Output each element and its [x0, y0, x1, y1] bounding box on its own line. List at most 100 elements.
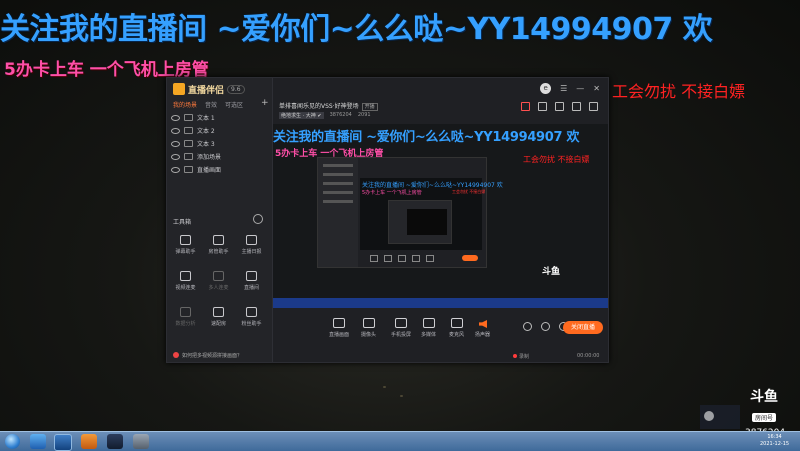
- stream-preview[interactable]: 关注我的直播间 ~爱你们~么么哒~YY14994907 欢 5办卡上车 一个飞机…: [273, 124, 608, 308]
- control-speaker[interactable]: 扬声器: [475, 318, 490, 338]
- tool-label: 数据分析: [175, 321, 196, 327]
- eye-icon[interactable]: [171, 166, 180, 173]
- scene-item[interactable]: 文本 2: [171, 124, 267, 137]
- tool-daily-report[interactable]: 主播日报: [235, 235, 268, 265]
- scene-item[interactable]: 添加场景: [171, 150, 267, 163]
- tool-data-analysis[interactable]: 数据分析: [169, 307, 202, 337]
- douyu-watermark: 斗鱼 房间号: [744, 389, 784, 425]
- version-badge[interactable]: 9.6: [227, 84, 245, 94]
- preview-watermark-text: 斗鱼: [541, 267, 560, 277]
- eye-icon[interactable]: [171, 114, 180, 121]
- monitor-icon: [333, 318, 345, 328]
- minimize-icon[interactable]: —: [576, 84, 584, 93]
- avatar[interactable]: e: [540, 82, 552, 94]
- category-badge[interactable]: 绝地求生 · 大神 ✔: [279, 112, 324, 119]
- viewer-count: 2091: [357, 112, 371, 118]
- app-taskbar-icon[interactable]: [54, 434, 72, 451]
- stream-info-bar: 单排喜闻乐见的VSS·好神登场 开播 绝地求生 · 大神 ✔ 3876204 20…: [273, 98, 608, 124]
- stream-title[interactable]: 单排喜闻乐见的VSS·好神登场: [279, 103, 359, 110]
- preview-watermark: 斗鱼: [535, 267, 567, 289]
- tool-room-admin[interactable]: 房管助手: [202, 235, 235, 265]
- eye-icon[interactable]: [171, 127, 180, 134]
- scene-label: 文本 2: [197, 128, 215, 135]
- tool-label: 粉丝助手: [241, 321, 262, 327]
- text-source-icon: [184, 127, 193, 134]
- tool-fans[interactable]: 粉丝助手: [235, 307, 268, 337]
- scene-item[interactable]: 文本 1: [171, 111, 267, 124]
- menu-icon[interactable]: ☰: [560, 84, 567, 93]
- game-taskbar-icon[interactable]: [133, 434, 149, 449]
- scene-item[interactable]: 文本 3: [171, 137, 267, 150]
- nested-overlay-notice: 工会勿扰 不接白嫖: [452, 189, 486, 194]
- bell-icon[interactable]: [572, 102, 581, 111]
- tool-label: 房管助手: [208, 249, 229, 255]
- logo-text: 直播伴侣: [188, 85, 225, 96]
- tool-quick-match[interactable]: 速配房: [202, 307, 235, 337]
- background-speck: [400, 395, 403, 397]
- left-panel: 直播伴侣 9.6 我的场景 音效 可选区 + 文本 1 文本 2 文本 3 添加…: [167, 78, 273, 362]
- tab-audio[interactable]: 音效: [205, 100, 217, 109]
- nested-preview: 关注我的直播间 ~爱你们~么么哒~YY14994907 欢 5办卡上车 一个飞机…: [360, 178, 503, 250]
- livestream-app-icon[interactable]: [81, 434, 97, 449]
- tab-my-scenes[interactable]: 我的场景: [173, 100, 197, 109]
- tool-multi-link[interactable]: 多人连麦: [202, 271, 235, 301]
- gift-icon[interactable]: [555, 102, 564, 111]
- user-icon: [213, 235, 224, 245]
- tool-label: 直播间: [243, 285, 259, 291]
- share-icon[interactable]: [589, 102, 598, 111]
- control-label: 手机投屏: [391, 332, 412, 338]
- preview-taskbar: [273, 298, 608, 308]
- scene-label: 添加场景: [197, 154, 222, 161]
- preview-overlay-notice: 工会勿扰 不接白嫖: [523, 155, 590, 164]
- settings-icon[interactable]: [541, 322, 550, 331]
- record-toggle-icon[interactable]: [523, 322, 532, 331]
- title-bar: e ☰ — ✕: [273, 78, 608, 98]
- control-screen-capture[interactable]: 直播画面: [329, 318, 349, 338]
- report-icon: [246, 235, 257, 245]
- tool-label: 多人连麦: [208, 285, 229, 291]
- warning-icon: [173, 352, 179, 358]
- nested-overlay-subtitle: 5办卡上车 一个飞机上房管: [362, 190, 422, 196]
- clock-time: 16:34: [767, 434, 782, 440]
- start-stop-button[interactable]: 关闭直播: [563, 321, 603, 334]
- start-button[interactable]: [5, 434, 20, 449]
- scene-label: 直播画面: [197, 167, 222, 174]
- chat-icon: [180, 235, 191, 245]
- download-icon: [213, 271, 224, 281]
- tool-live-room[interactable]: 直播间: [235, 271, 268, 301]
- room-label: 房间号: [751, 413, 776, 422]
- scene-item[interactable]: 直播画面: [171, 163, 267, 176]
- video-icon: [180, 271, 191, 281]
- tool-label: 弹幕助手: [175, 249, 196, 255]
- help-hint-text: 如何把多视频源拼接画面？: [182, 352, 243, 359]
- control-phone-cast[interactable]: 手机投屏: [391, 318, 411, 338]
- system-clock[interactable]: 16:34 2021-12-15: [760, 434, 789, 448]
- overlay-title: 关注我的直播间 ~爱你们~么么哒~YY14994907 欢: [0, 12, 713, 47]
- close-icon[interactable]: ✕: [593, 84, 600, 93]
- fans-icon: [246, 307, 257, 317]
- ie-icon[interactable]: [30, 434, 46, 449]
- lock-icon[interactable]: [538, 102, 547, 111]
- control-media[interactable]: 多媒体: [421, 318, 436, 338]
- tool-danmu[interactable]: 弹幕助手: [169, 235, 202, 265]
- tool-video-link[interactable]: 视频连麦: [169, 271, 202, 301]
- tab-options[interactable]: 可选区: [225, 100, 243, 109]
- toolbox-settings-icon[interactable]: [253, 214, 263, 224]
- phone-icon: [395, 318, 407, 328]
- help-hint[interactable]: 如何把多视频源拼接画面？: [167, 348, 272, 362]
- nested-controls: [360, 252, 482, 264]
- chart-icon: [180, 307, 191, 317]
- record-icon[interactable]: [521, 102, 530, 111]
- control-microphone[interactable]: 麦克风: [449, 318, 464, 338]
- overlay-notice: 工会勿扰 不接白嫖: [612, 82, 746, 101]
- control-label: 麦克风: [449, 332, 465, 338]
- clock-date: 2021-12-15: [760, 441, 790, 447]
- steam-taskbar-icon[interactable]: [107, 434, 123, 449]
- nested-overlay-title: 关注我的直播间 ~爱你们~么么哒~YY14994907 欢: [362, 182, 503, 189]
- eye-icon[interactable]: [171, 153, 180, 160]
- steam-notification[interactable]: [700, 405, 740, 429]
- eye-icon[interactable]: [171, 140, 180, 147]
- control-camera[interactable]: 摄像头: [361, 318, 376, 338]
- nested-left-panel: [318, 158, 358, 267]
- add-scene-icon[interactable]: +: [261, 98, 269, 108]
